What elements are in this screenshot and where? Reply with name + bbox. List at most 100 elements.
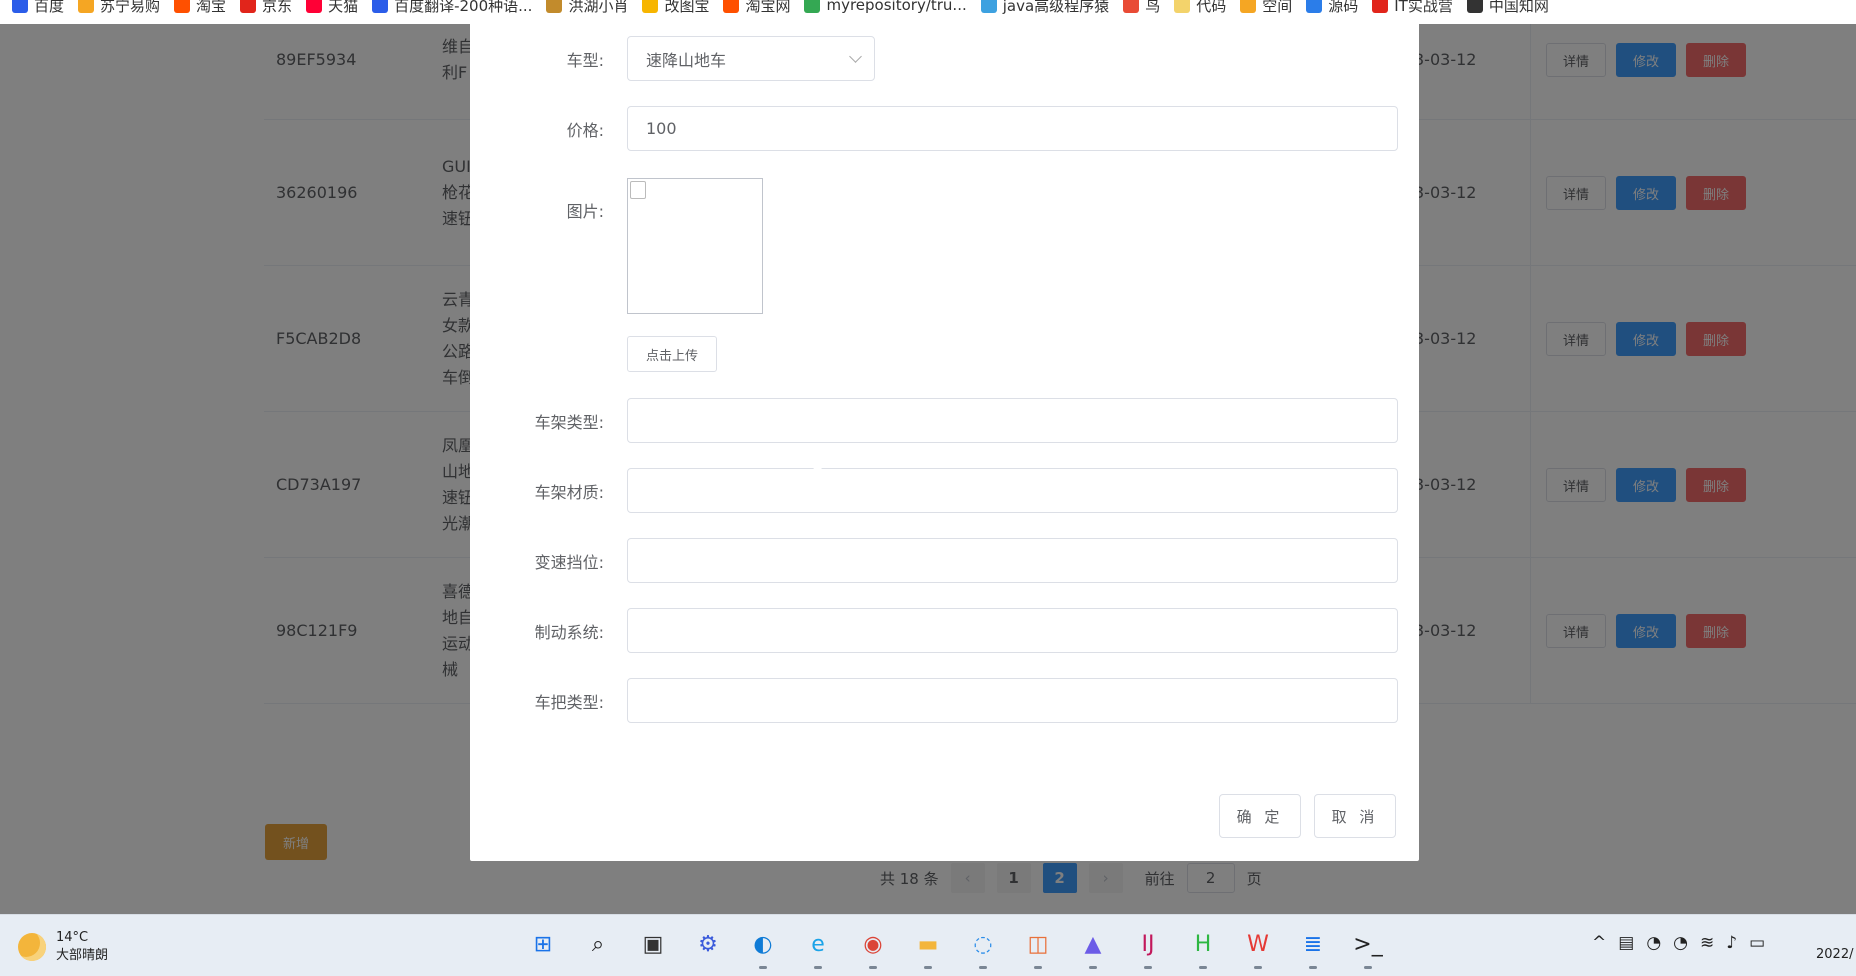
hbuilder-icon[interactable]: H — [1184, 925, 1222, 969]
bookmark-item[interactable]: java高级程序猿 — [980, 0, 1109, 16]
edge-icon[interactable]: ◐ — [744, 925, 782, 969]
bookmark-label: 鸟 — [1145, 0, 1161, 15]
intellij-icon[interactable]: IJ — [1129, 925, 1167, 969]
bookmark-label: 代码 — [1196, 0, 1227, 15]
running-indicator — [1144, 966, 1152, 969]
wifi-icon[interactable]: ≋ — [1700, 933, 1714, 953]
qq-icon[interactable]: ◔ — [1646, 933, 1661, 953]
bookmark-item[interactable]: 百度 — [12, 0, 64, 16]
bookmark-label: 天猫 — [328, 0, 359, 15]
app-glyph: >_ — [1353, 931, 1383, 957]
search-icon[interactable]: ⌕ — [579, 925, 617, 963]
app-glyph: IJ — [1141, 931, 1155, 957]
running-indicator — [759, 966, 767, 969]
bookmark-item[interactable]: 代码 — [1174, 0, 1226, 16]
battery-icon[interactable]: ▭ — [1749, 933, 1765, 953]
show-hidden-icons-icon[interactable]: ^ — [1592, 933, 1606, 953]
bookmark-label: 百度翻译-200种语... — [394, 0, 533, 15]
handlebar-label: 车把类型: — [534, 692, 604, 712]
brake-label: 制动系统: — [534, 622, 604, 642]
bookmark-favicon-icon — [372, 0, 389, 13]
start-icon[interactable]: ⊞ — [524, 925, 562, 963]
type-select-value: 速降山地车 — [646, 50, 727, 70]
frame-type-input[interactable] — [627, 398, 1398, 443]
bookmark-favicon-icon — [1123, 0, 1140, 13]
bookmark-label: 淘宝 — [196, 0, 227, 15]
running-indicator — [1254, 966, 1262, 969]
running-indicator — [814, 966, 822, 969]
chrome-icon[interactable]: ◉ — [854, 925, 892, 969]
paint-icon[interactable]: ▲ — [1074, 925, 1112, 969]
bookmark-item[interactable]: 鸟 — [1123, 0, 1160, 16]
image-label: 图片: — [566, 202, 604, 221]
bookmark-label: 源码 — [1328, 0, 1359, 15]
bookmark-item[interactable]: 苏宁易购 — [78, 0, 160, 16]
frame-material-input[interactable] — [627, 468, 1398, 513]
task-view-icon[interactable]: ▣ — [634, 925, 672, 963]
notepad-icon[interactable]: ≣ — [1294, 925, 1332, 969]
bookmark-favicon-icon — [980, 0, 997, 13]
brake-input[interactable] — [627, 608, 1398, 653]
price-label: 价格: — [566, 120, 604, 140]
bookmark-label: 淘宝网 — [745, 0, 791, 15]
volume-icon[interactable]: ♪ — [1726, 933, 1737, 953]
handlebar-input[interactable] — [627, 678, 1398, 723]
broken-image-icon — [630, 181, 646, 199]
file-explorer-icon[interactable]: ▬ — [909, 925, 947, 969]
bookmark-label: 改图宝 — [664, 0, 710, 15]
chevron-down-icon — [849, 49, 862, 63]
bookmark-favicon-icon — [1174, 0, 1191, 13]
bookmark-label: 中国知网 — [1488, 0, 1549, 15]
weather-moon-icon — [18, 933, 46, 961]
bookmark-item[interactable]: 空间 — [1240, 0, 1292, 16]
bookmark-item[interactable]: 天猫 — [306, 0, 358, 16]
network-app-icon[interactable]: ⚙ — [689, 925, 727, 963]
bookmark-label: 空间 — [1262, 0, 1293, 15]
app-glyph: e — [811, 931, 825, 957]
bookmark-favicon-icon — [1240, 0, 1257, 13]
ie-icon[interactable]: e — [799, 925, 837, 969]
upload-button[interactable]: 点击上传 — [627, 336, 717, 372]
bookmark-label: myrepository/tru... — [826, 0, 967, 14]
bookmark-item[interactable]: 百度翻译-200种语... — [372, 0, 532, 16]
running-indicator — [924, 966, 932, 969]
bookmark-favicon-icon — [78, 0, 95, 13]
qq-icon[interactable]: ◔ — [1673, 933, 1688, 953]
bookmark-item[interactable]: 洪湖小肖 — [546, 0, 628, 16]
app-glyph: ⊞ — [533, 931, 553, 957]
bookmark-item[interactable]: 源码 — [1306, 0, 1358, 16]
bookmark-item[interactable]: 京东 — [240, 0, 292, 16]
bookmark-item[interactable]: 淘宝 — [174, 0, 226, 16]
app-glyph: ◐ — [753, 931, 773, 957]
running-indicator — [869, 966, 877, 969]
confirm-button[interactable]: 确 定 — [1219, 794, 1301, 838]
clock[interactable]: 2022/ — [1816, 947, 1853, 962]
weather-description: 大部晴朗 — [56, 948, 109, 963]
frame-type-label: 车架类型: — [534, 412, 604, 432]
photos-icon[interactable]: ◌ — [964, 925, 1002, 969]
bookmark-item[interactable]: 中国知网 — [1466, 0, 1549, 16]
weather-temperature: 14°C — [56, 930, 89, 945]
wps-icon[interactable]: W — [1239, 925, 1277, 969]
bookmark-item[interactable]: myrepository/tru... — [804, 0, 967, 14]
terminal-icon[interactable]: >_ — [1349, 925, 1387, 969]
running-indicator — [1089, 966, 1097, 969]
bookmark-favicon-icon — [174, 0, 191, 13]
bookmark-item[interactable]: 改图宝 — [642, 0, 709, 16]
app-glyph: ▲ — [1084, 931, 1102, 957]
price-input[interactable]: 100 — [627, 106, 1398, 151]
gear-input[interactable] — [627, 538, 1398, 583]
taskbar: 14°C 大部晴朗 ⊞ ⌕ ▣ ⚙ ◐ e ◉ ▬ ◌ ◫ ▲ IJ H W ≣ >_ ^ ▤ ◔ ◔ ≋ ♪ ▭ 202… — [0, 914, 1856, 976]
storage-icon[interactable]: ▤ — [1618, 933, 1634, 953]
bookmark-favicon-icon — [723, 0, 740, 13]
bookmark-item[interactable]: 淘宝网 — [723, 0, 790, 16]
bookmark-item[interactable]: IT实战营 — [1372, 0, 1453, 16]
slides-icon[interactable]: ◫ — [1019, 925, 1057, 969]
app-glyph: W — [1247, 931, 1269, 957]
weather-widget[interactable]: 14°C 大部晴朗 — [18, 929, 108, 965]
type-select[interactable]: 速降山地车 — [627, 36, 875, 81]
gear-label: 变速挡位: — [534, 552, 604, 572]
cancel-button[interactable]: 取 消 — [1314, 794, 1396, 838]
app-glyph: ⌕ — [591, 931, 605, 957]
bookmark-label: 百度 — [34, 0, 65, 15]
